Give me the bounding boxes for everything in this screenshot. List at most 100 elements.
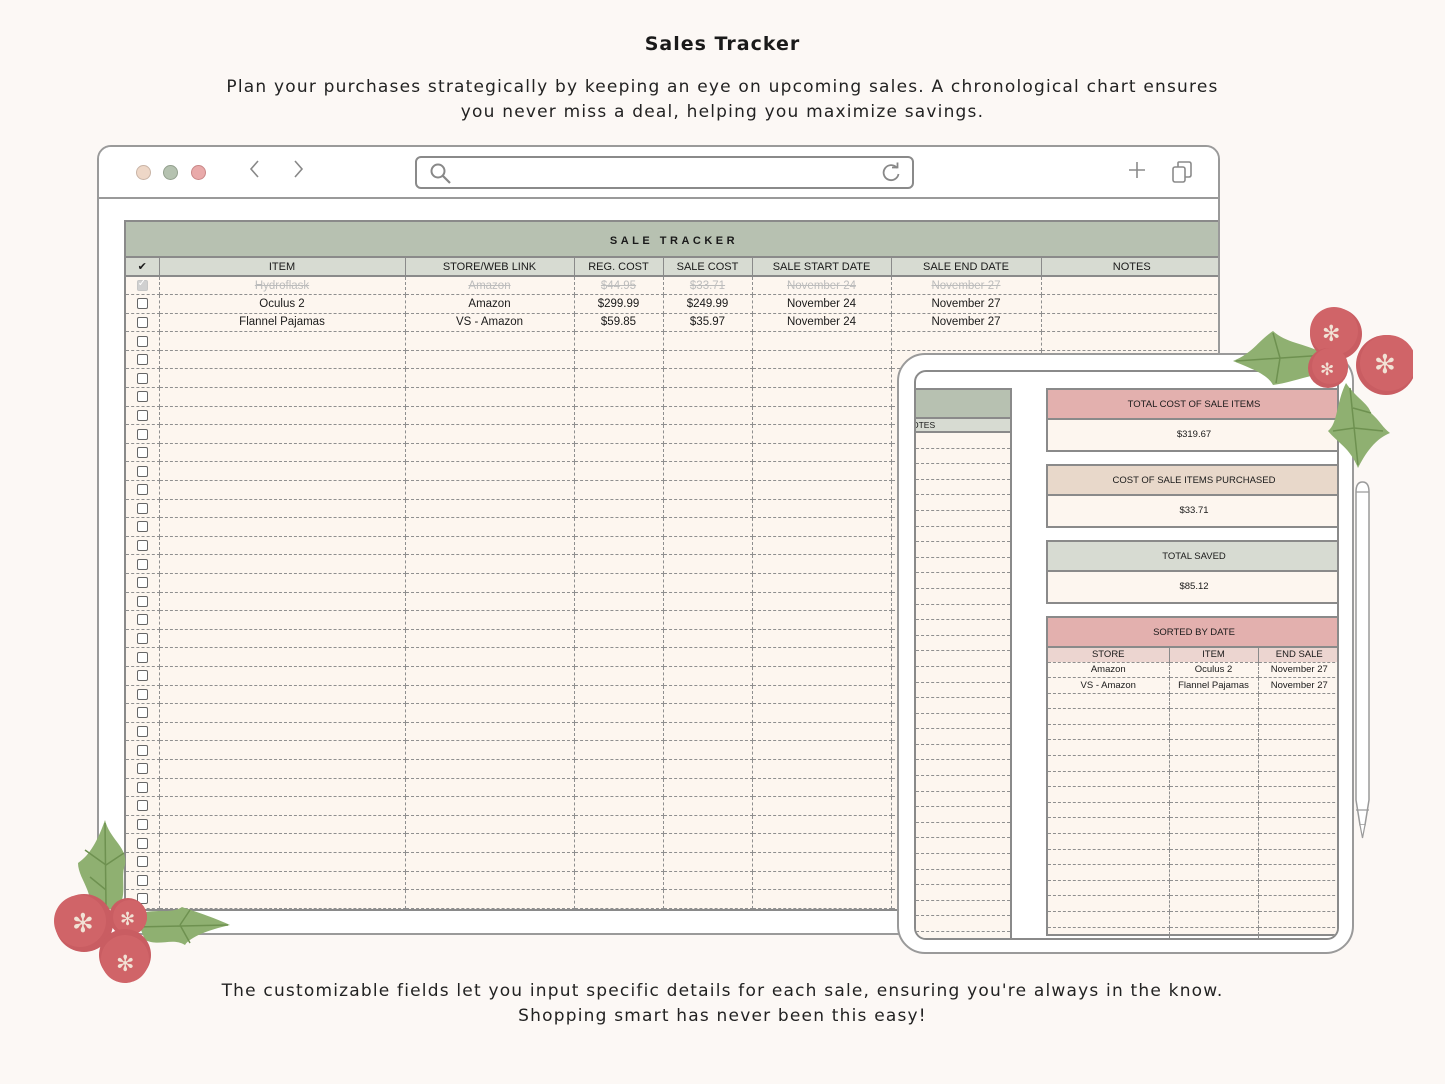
empty-cell[interactable] [752, 610, 892, 630]
reload-icon[interactable] [880, 162, 902, 189]
row-checkbox[interactable] [136, 763, 148, 775]
row-checkbox[interactable] [136, 354, 148, 366]
empty-cell[interactable] [663, 610, 753, 630]
empty-cell[interactable] [663, 833, 753, 853]
empty-cell[interactable] [752, 871, 892, 891]
empty-cell[interactable] [752, 740, 892, 760]
cell-notes[interactable] [1041, 313, 1218, 333]
empty-cell[interactable] [405, 666, 575, 686]
window-dot-1[interactable] [136, 165, 151, 180]
empty-cell[interactable] [159, 480, 406, 500]
empty-cell[interactable] [752, 499, 892, 519]
empty-cell[interactable] [574, 666, 664, 686]
empty-cell[interactable] [159, 499, 406, 519]
row-checkbox[interactable] [136, 540, 148, 552]
empty-cell[interactable] [159, 592, 406, 612]
empty-cell[interactable] [574, 833, 664, 853]
empty-cell[interactable] [405, 647, 575, 667]
empty-cell[interactable] [574, 610, 664, 630]
empty-cell[interactable] [574, 350, 664, 370]
empty-cell[interactable] [159, 461, 406, 482]
empty-cell[interactable] [574, 499, 664, 519]
empty-cell[interactable] [663, 517, 753, 537]
empty-cell[interactable] [752, 796, 892, 816]
cell-start[interactable]: November 24 [752, 276, 892, 296]
empty-cell[interactable] [752, 461, 892, 482]
row-checkbox[interactable] [136, 595, 148, 607]
cell-sale-cost[interactable]: $33.71 [663, 276, 753, 296]
empty-cell[interactable] [159, 703, 406, 723]
empty-cell[interactable] [405, 815, 575, 835]
empty-cell[interactable] [752, 629, 892, 649]
row-checkbox[interactable] [136, 521, 148, 533]
empty-cell[interactable] [752, 480, 892, 500]
empty-cell[interactable] [752, 889, 892, 909]
empty-cell[interactable] [574, 815, 664, 835]
empty-cell[interactable] [574, 424, 664, 444]
empty-cell[interactable] [574, 331, 664, 351]
row-checkbox[interactable] [136, 447, 148, 459]
empty-cell[interactable] [574, 517, 664, 537]
row-checkbox[interactable] [136, 428, 148, 440]
empty-cell[interactable] [405, 387, 575, 407]
empty-cell[interactable] [663, 368, 753, 389]
empty-cell[interactable] [159, 424, 406, 444]
empty-cell[interactable] [574, 889, 664, 909]
empty-cell[interactable] [159, 331, 406, 351]
row-checkbox[interactable] [136, 465, 148, 477]
empty-cell[interactable] [405, 350, 575, 370]
empty-cell[interactable] [405, 740, 575, 760]
empty-cell[interactable] [663, 871, 753, 891]
empty-cell[interactable] [752, 350, 892, 370]
row-checkbox[interactable] [136, 577, 148, 589]
empty-cell[interactable] [663, 778, 753, 798]
empty-cell[interactable] [159, 536, 406, 556]
empty-cell[interactable] [159, 796, 406, 816]
cell-item[interactable]: Flannel Pajamas [159, 313, 406, 333]
empty-cell[interactable] [405, 629, 575, 649]
cell-reg-cost[interactable]: $44.95 [574, 276, 664, 296]
empty-cell[interactable] [752, 443, 892, 463]
empty-cell[interactable] [159, 666, 406, 686]
empty-cell[interactable] [574, 387, 664, 407]
empty-cell[interactable] [405, 424, 575, 444]
empty-cell[interactable] [663, 889, 753, 909]
empty-cell[interactable] [159, 722, 406, 742]
empty-cell[interactable] [405, 554, 575, 574]
cell-start[interactable]: November 24 [752, 294, 892, 314]
empty-cell[interactable] [405, 480, 575, 500]
empty-cell[interactable] [663, 461, 753, 482]
empty-cell[interactable] [159, 387, 406, 407]
row-checkbox[interactable] [136, 726, 148, 738]
row-checkbox[interactable] [136, 744, 148, 756]
empty-cell[interactable] [663, 406, 753, 426]
empty-cell[interactable] [405, 461, 575, 482]
empty-cell[interactable] [663, 740, 753, 760]
cell-notes[interactable] [1041, 276, 1218, 296]
empty-cell[interactable] [405, 592, 575, 612]
row-checkbox[interactable] [136, 409, 148, 421]
cell-store[interactable]: Amazon [405, 294, 575, 314]
cell-item[interactable]: Oculus 2 [159, 294, 406, 314]
empty-cell[interactable] [663, 703, 753, 723]
empty-cell[interactable] [752, 368, 892, 389]
empty-cell[interactable] [752, 647, 892, 667]
empty-cell[interactable] [574, 796, 664, 816]
row-checkbox[interactable] [136, 707, 148, 719]
empty-cell[interactable] [574, 368, 664, 389]
empty-cell[interactable] [574, 443, 664, 463]
empty-cell[interactable] [752, 331, 892, 351]
empty-cell[interactable] [405, 703, 575, 723]
empty-cell[interactable] [752, 573, 892, 593]
empty-cell[interactable] [159, 647, 406, 667]
empty-cell[interactable] [574, 759, 664, 779]
empty-cell[interactable] [663, 592, 753, 612]
empty-cell[interactable] [663, 424, 753, 444]
window-dot-2[interactable] [163, 165, 178, 180]
row-checkbox[interactable] [136, 391, 148, 403]
empty-cell[interactable] [752, 424, 892, 444]
row-checkbox[interactable] [136, 278, 148, 292]
empty-cell[interactable] [752, 517, 892, 537]
empty-cell[interactable] [752, 592, 892, 612]
empty-cell[interactable] [405, 368, 575, 389]
